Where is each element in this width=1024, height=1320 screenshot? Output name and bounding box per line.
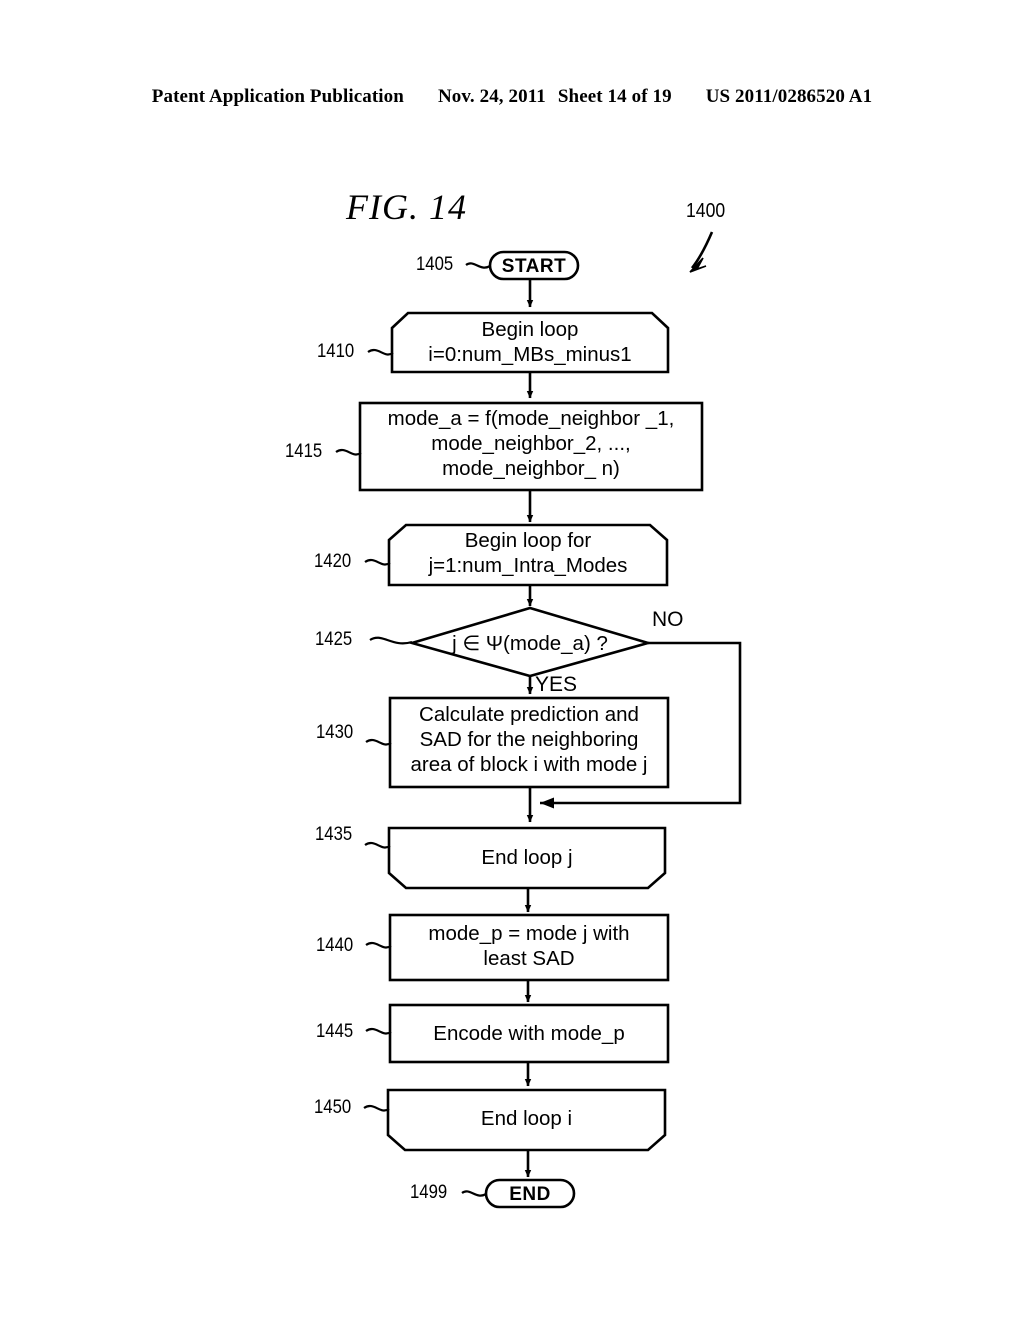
node-1450-shape bbox=[386, 1088, 667, 1152]
leader-1415 bbox=[335, 448, 362, 456]
node-1425-shape bbox=[407, 606, 653, 678]
node-1430-shape bbox=[388, 696, 670, 789]
leader-1410 bbox=[367, 348, 394, 356]
ref-number-1430: 1430 bbox=[316, 722, 354, 743]
diagram-ref-number: 1400 bbox=[686, 200, 726, 222]
leader-1420 bbox=[364, 558, 391, 566]
connector-no-arrowhead bbox=[540, 797, 554, 809]
leader-1499 bbox=[461, 1190, 487, 1197]
ref-number-1445: 1445 bbox=[316, 1021, 354, 1042]
branch-label-no: NO bbox=[652, 608, 684, 631]
node-1420-shape bbox=[387, 523, 669, 587]
node-end-label: END bbox=[509, 1184, 551, 1205]
ref-number-1450: 1450 bbox=[314, 1097, 352, 1118]
leader-1430 bbox=[365, 738, 392, 746]
node-1410-shape bbox=[390, 311, 670, 374]
node-start-label: START bbox=[501, 256, 567, 277]
node-1415-shape bbox=[358, 401, 704, 492]
ref-number-1420: 1420 bbox=[314, 551, 352, 572]
ref-number-1425: 1425 bbox=[315, 629, 353, 650]
node-1440-shape bbox=[388, 913, 670, 982]
ref-number-1499: 1499 bbox=[410, 1182, 448, 1203]
leader-1440 bbox=[365, 941, 392, 949]
leader-1445 bbox=[365, 1027, 392, 1035]
node-1445-shape bbox=[388, 1003, 670, 1064]
leader-1450 bbox=[363, 1104, 390, 1112]
ref-number-1440: 1440 bbox=[316, 935, 354, 956]
connector-no-branch bbox=[540, 641, 742, 805]
ref-number-1415: 1415 bbox=[285, 441, 323, 462]
ref-number-1405: 1405 bbox=[416, 254, 454, 275]
node-1435-shape bbox=[387, 826, 667, 890]
ref-number-1410: 1410 bbox=[317, 341, 355, 362]
leader-1425 bbox=[369, 636, 413, 645]
branch-label-yes: YES bbox=[535, 673, 578, 696]
ref-number-1435: 1435 bbox=[315, 824, 353, 845]
leader-1405 bbox=[465, 262, 491, 269]
leader-1435 bbox=[364, 841, 391, 849]
flowchart-diagram bbox=[335, 231, 742, 1209]
diagram-ref-leader bbox=[690, 231, 714, 269]
